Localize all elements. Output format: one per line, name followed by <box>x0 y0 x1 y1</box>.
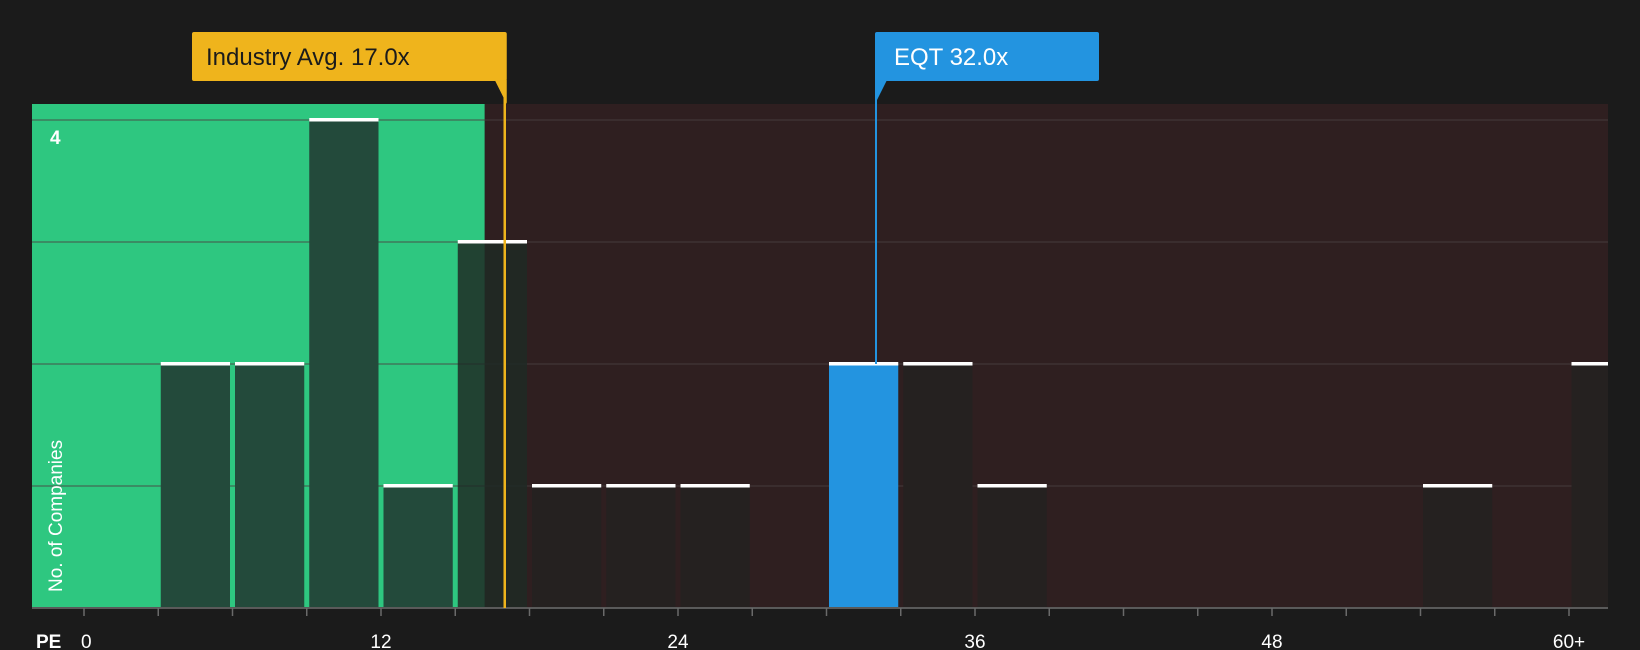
industry-avg-label: Industry Avg. 17.0x <box>206 44 410 71</box>
histogram-bar-cap <box>1423 484 1493 488</box>
histogram-bar <box>606 486 676 608</box>
histogram-bar <box>235 364 305 608</box>
histogram-bar <box>1571 364 1608 608</box>
histogram-bar <box>309 120 379 608</box>
x-tick-label: 12 <box>370 632 391 650</box>
histogram-bar-cap <box>235 362 305 366</box>
histogram-bar <box>903 364 973 608</box>
x-tick-label: 60+ <box>1553 632 1585 650</box>
histogram-bar <box>1423 486 1493 608</box>
x-tick-label: 24 <box>667 632 689 650</box>
histogram-bar <box>977 486 1047 608</box>
x-tick-label: 48 <box>1261 632 1282 650</box>
histogram-bar-cap <box>1571 362 1608 366</box>
y-tick-label: 4 <box>50 128 61 149</box>
histogram-bar-cap <box>606 484 676 488</box>
x-tick-label: 36 <box>964 632 985 650</box>
pe-distribution-chart: 0 12 24 36 48 60+ 4 No. of Companies PE Indus… <box>0 0 1640 650</box>
histogram-bar-cap <box>457 240 527 244</box>
histogram-bar <box>829 364 899 608</box>
histogram-bar-cap <box>680 484 750 488</box>
y-axis-label: No. of Companies <box>46 440 67 592</box>
histogram-bar-cap <box>383 484 453 488</box>
histogram-bar <box>383 486 453 608</box>
histogram-bar-cap <box>309 118 379 122</box>
chart-canvas: 0 12 24 36 48 60+ 4 No. of Companies PE Indus… <box>0 0 1640 650</box>
company-pe-label: EQT 32.0x <box>894 44 1008 71</box>
histogram-bar-cap <box>977 484 1047 488</box>
x-axis-label: PE <box>36 632 61 650</box>
histogram-bar <box>680 486 750 608</box>
histogram-bar-cap <box>160 362 230 366</box>
histogram-bar <box>532 486 602 608</box>
histogram-bar <box>457 242 527 608</box>
histogram-bar-cap <box>829 362 899 366</box>
histogram-bar-cap <box>903 362 973 366</box>
histogram-bar <box>160 364 230 608</box>
x-tick-label: 0 <box>81 632 92 650</box>
histogram-bar-cap <box>532 484 602 488</box>
